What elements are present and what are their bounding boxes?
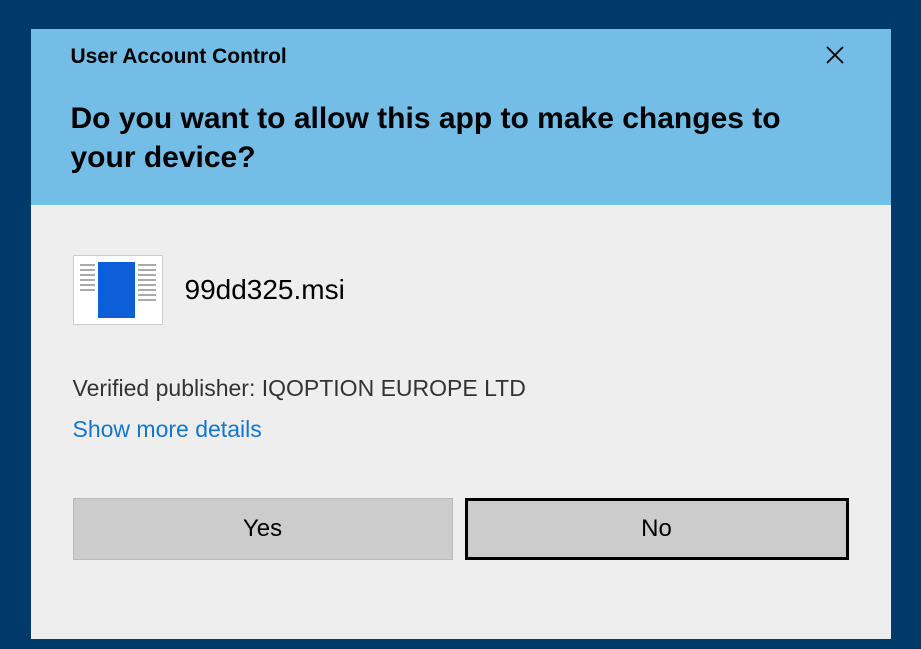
- dialog-body: 99dd325.msi Verified publisher: IQOPTION…: [31, 205, 891, 590]
- app-filename: 99dd325.msi: [185, 274, 345, 306]
- publisher-name: IQOPTION EUROPE LTD: [262, 375, 526, 401]
- show-more-details-link[interactable]: Show more details: [73, 416, 262, 443]
- button-row: Yes No: [73, 498, 849, 560]
- close-button[interactable]: [819, 43, 851, 71]
- dialog-question: Do you want to allow this app to make ch…: [71, 99, 851, 177]
- no-button[interactable]: No: [465, 498, 849, 560]
- close-icon: [825, 45, 845, 65]
- yes-button[interactable]: Yes: [73, 498, 453, 560]
- uac-dialog: User Account Control Do you want to allo…: [31, 29, 891, 639]
- publisher-label: Verified publisher:: [73, 375, 262, 401]
- installer-icon: [73, 255, 163, 325]
- dialog-title: User Account Control: [71, 45, 287, 69]
- publisher-info: Verified publisher: IQOPTION EUROPE LTD: [73, 375, 849, 402]
- app-info-row: 99dd325.msi: [73, 255, 849, 325]
- title-row: User Account Control: [71, 43, 851, 71]
- dialog-header: User Account Control Do you want to allo…: [31, 29, 891, 205]
